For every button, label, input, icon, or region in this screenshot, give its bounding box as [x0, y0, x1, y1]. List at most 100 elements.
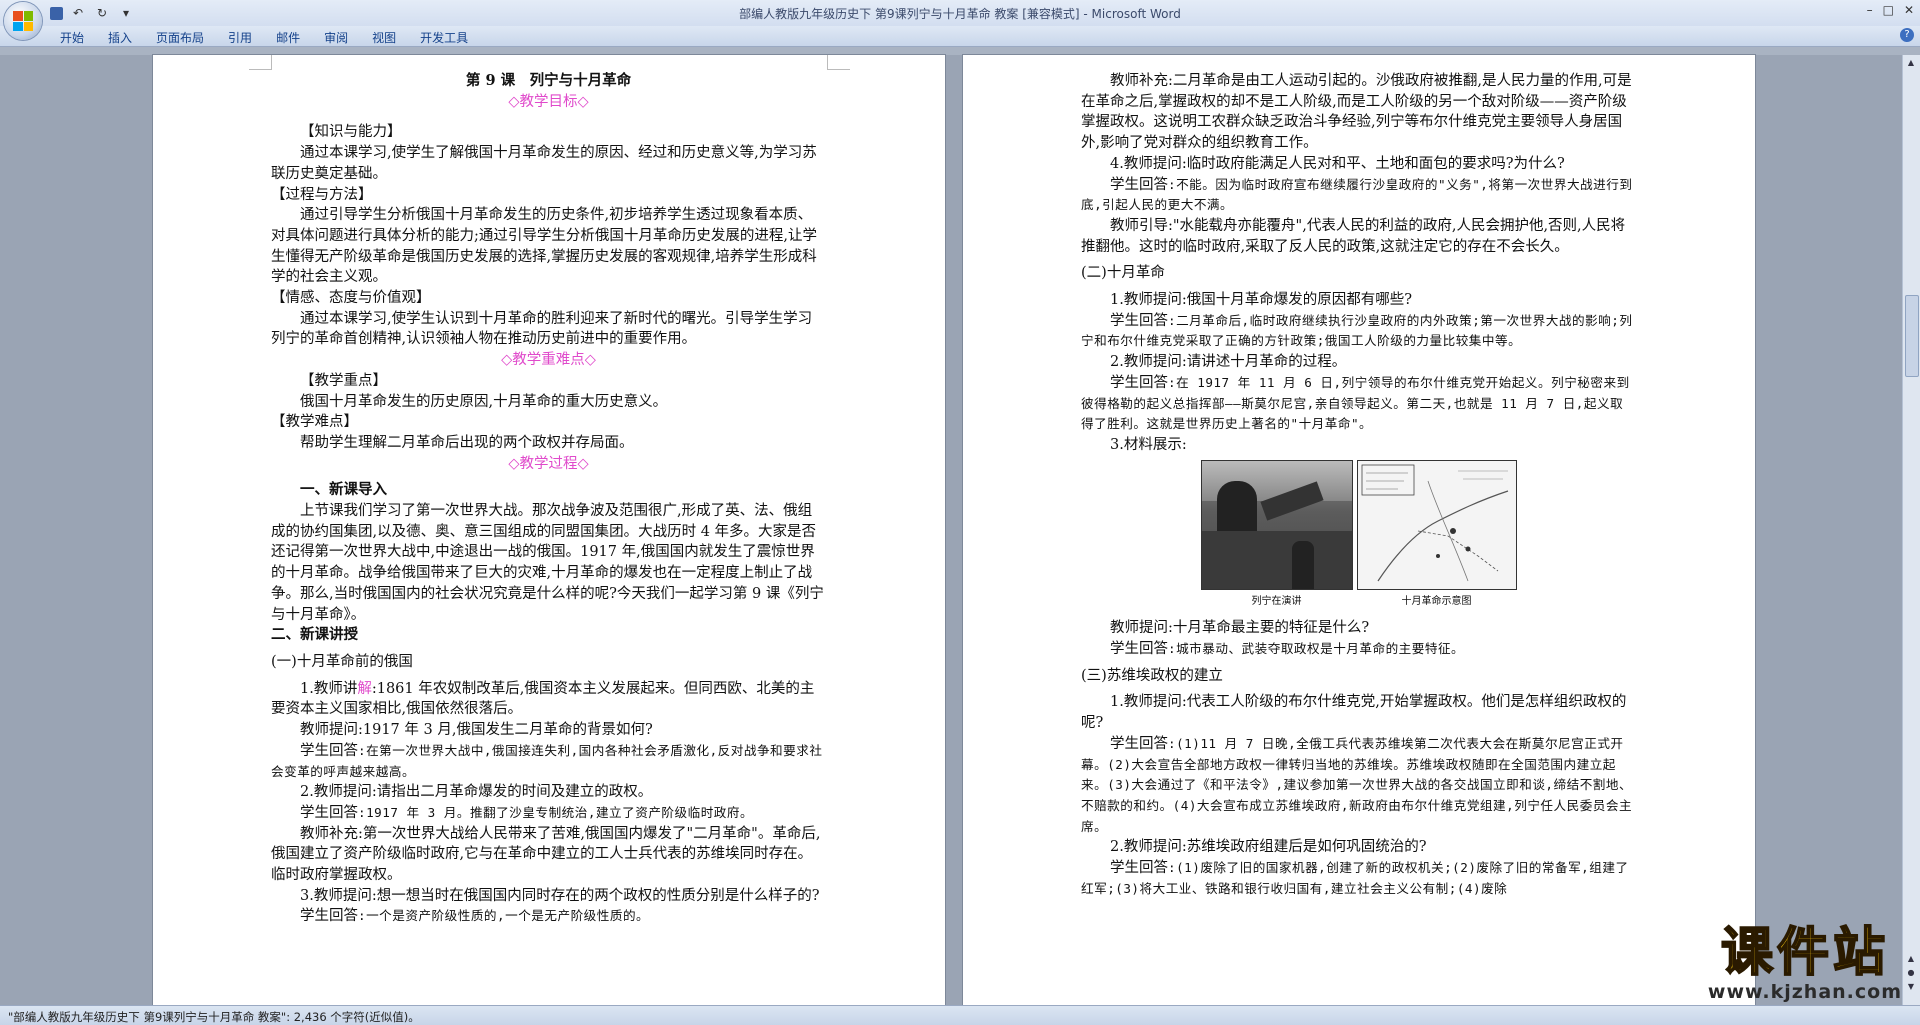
scroll-up-icon[interactable]: ▲ [1905, 57, 1917, 69]
prev-page-icon[interactable]: ▲ [1905, 953, 1917, 965]
teacher-explain-prefix: 1.教师讲 [300, 680, 358, 697]
document-page-1[interactable]: 第 9 课 列宁与十月革命 ◇教学目标◇ 【知识与能力】 通过本课学习,使学生了… [153, 55, 945, 1005]
answer-label: 学生回答 [1110, 860, 1168, 877]
window-controls: – □ ✕ [1867, 3, 1914, 17]
question-4: 4.教师提问:临时政府能满足人民对和平、土地和面包的要求吗?为什么? [1110, 155, 1565, 172]
close-button[interactable]: ✕ [1904, 3, 1914, 17]
word-count-status[interactable]: "部编人教版九年级历史下 第9课列宁与十月革命 教案": 2,436 个字符(近… [8, 1009, 420, 1025]
lenin-speech-photo [1200, 459, 1353, 590]
answer-label: 学生回答 [300, 742, 358, 759]
page-2-content: 教师补充:二月革命是由工人运动引起的。沙俄政府被推翻,是人民力量的作用,可是在革… [1081, 71, 1636, 900]
question-2: 2.教师提问:请指出二月革命爆发的时间及建立的政权。 [300, 784, 653, 801]
process-heading: 【过程与方法】 [271, 186, 373, 203]
tab-page-layout[interactable]: 页面布局 [144, 28, 216, 47]
answer-6: 学生回答:在 1917 年 11 月 6 日,列宁领导的布尔什维克党开始起义。列… [1081, 373, 1636, 435]
select-browse-object-icon[interactable]: ● [1905, 967, 1917, 979]
teacher-supplement-2: 教师补充:二月革命是由工人运动引起的。沙俄政府被推翻,是人民力量的作用,可是在革… [1081, 73, 1632, 152]
answer-4: 学生回答:不能。因为临时政府宣布继续履行沙皇政府的"义务",将第一次世界大战进行… [1081, 175, 1636, 216]
answer-label: 学生回答 [300, 908, 358, 925]
scroll-thumb[interactable] [1905, 295, 1919, 377]
focus-text: 俄国十月革命发生的历史原因,十月革命的重大历史意义。 [300, 393, 668, 410]
figure-caption: 列宁在演讲 [1251, 595, 1302, 607]
intro-heading: 一、新课导入 [300, 481, 387, 499]
tab-mailings[interactable]: 邮件 [264, 28, 312, 47]
answer-2: 学生回答:1917 年 3 月。推翻了沙皇专制统治,建立了资产阶级临时政府。 [271, 803, 826, 824]
october-revolution-map [1356, 459, 1517, 590]
ribbon-tabs: 开始 插入 页面布局 引用 邮件 审阅 视图 开发工具 [48, 28, 480, 47]
document-page-2[interactable]: 教师补充:二月革命是由工人运动引起的。沙俄政府被推翻,是人民力量的作用,可是在革… [963, 55, 1755, 1005]
teacher-explain-1: 1.教师讲解:1861 年农奴制改革后,俄国资本主义发展起来。但同西欧、北美的主… [271, 679, 826, 720]
empty-line [271, 112, 826, 122]
lesson-title: 第 9 课 列宁与十月革命 [465, 72, 632, 89]
teacher-guide: 教师引导:"水能载舟亦能覆舟",代表人民的利益的政府,人民会拥护他,否则,人民将… [1081, 217, 1626, 255]
section-2-heading: (二)十月革命 [1081, 265, 1165, 282]
question-5: 1.教师提问:俄国十月革命爆发的原因都有哪些? [1110, 292, 1412, 309]
figure-row: 列宁在演讲 十月革命示意图 [1081, 459, 1636, 613]
answer-8: 学生回答:(1)11 月 7 日晚,全俄工兵代表苏维埃第二次代表大会在斯莫尔尼宫… [1081, 734, 1636, 838]
question-8: 1.教师提问:代表工人阶级的布尔什维克党,开始掌握政权。他们是怎样组织政权的呢? [1081, 694, 1627, 732]
difficulty-heading: 【教学难点】 [271, 414, 358, 431]
answer-label: 学生回答 [1110, 735, 1168, 752]
emotion-text: 通过本课学习,使学生认识到十月革命的胜利迎来了新时代的曙光。引导学生学习列宁的革… [271, 310, 813, 348]
figure-lenin: 列宁在演讲 [1200, 459, 1353, 613]
ruler [0, 47, 1920, 55]
key-difficulty-heading: ◇教学重难点◇ [501, 352, 596, 369]
office-button[interactable] [4, 2, 42, 40]
watermark-logo: 课件站 www.kjzhan.com [1707, 923, 1902, 1003]
answer-text: :1917 年 3 月。推翻了沙皇专制统治,建立了资产阶级临时政府。 [358, 804, 754, 820]
watermark-url: www.kjzhan.com [1707, 981, 1902, 1003]
focus-heading: 【教学重点】 [300, 372, 387, 389]
figure-map: 十月革命示意图 [1356, 459, 1517, 613]
tab-home[interactable]: 开始 [48, 28, 96, 47]
ribbon: 开始 插入 页面布局 引用 邮件 审阅 视图 开发工具 ? [0, 26, 1920, 47]
difficulty-text: 帮助学生理解二月革命后出现的两个政权并存局面。 [300, 434, 634, 451]
emotion-heading: 【情感、态度与价值观】 [271, 290, 431, 307]
answer-5: 学生回答:二月革命后,临时政府继续执行沙皇政府的内外政策;第一次世界大战的影响;… [1081, 311, 1636, 352]
answer-text: :城市暴动、武装夺取政权是十月革命的主要特征。 [1168, 641, 1465, 657]
map-drawing [1361, 464, 1508, 581]
knowledge-heading: 【知识与能力】 [300, 124, 402, 141]
answer-9: 学生回答:(1)废除了旧的国家机器,创建了新的政权机关;(2)废除了旧的常备军,… [1081, 858, 1636, 899]
office-logo-icon [13, 11, 33, 31]
answer-label: 学生回答 [1110, 312, 1168, 329]
next-page-icon[interactable]: ▼ [1905, 981, 1917, 993]
highlighted-word: 解 [357, 680, 372, 697]
question-6: 2.教师提问:请讲述十月革命的过程。 [1110, 354, 1347, 371]
answer-label: 学生回答 [1110, 176, 1168, 193]
goal-heading: ◇教学目标◇ [508, 93, 589, 110]
tab-references[interactable]: 引用 [216, 28, 264, 47]
intro-text: 上节课我们学习了第一次世界大战。那次战争波及范围很广,形成了英、法、俄组成的协约… [271, 503, 824, 623]
question-1: 教师提问:1917 年 3 月,俄国发生二月革命的背景如何? [300, 722, 653, 739]
help-icon[interactable]: ? [1900, 28, 1914, 42]
answer-3: 学生回答:一个是资产阶级性质的,一个是无产阶级性质的。 [271, 906, 826, 927]
question-7: 教师提问:十月革命最主要的特征是什么? [1110, 620, 1370, 637]
answer-text: :一个是资产阶级性质的,一个是无产阶级性质的。 [358, 908, 650, 924]
knowledge-text: 通过本课学习,使学生了解俄国十月革命发生的原因、经过和历史意义等,为学习苏联历史… [271, 145, 817, 182]
title-bar: ↶ ↻ ▾ 部编人教版九年级历史下 第9课列宁与十月革命 教案 [兼容模式] -… [0, 0, 1920, 40]
answer-label: 学生回答 [300, 804, 358, 821]
answer-7: 学生回答:城市暴动、武装夺取政权是十月革命的主要特征。 [1081, 639, 1636, 660]
figure-caption: 十月革命示意图 [1401, 595, 1472, 607]
minimize-button[interactable]: – [1867, 3, 1873, 17]
crop-mark [249, 55, 272, 70]
page-1-content: 第 9 课 列宁与十月革命 ◇教学目标◇ 【知识与能力】 通过本课学习,使学生了… [271, 71, 826, 927]
answer-label: 学生回答 [1110, 374, 1168, 391]
section-1-heading: (一)十月革命前的俄国 [271, 653, 413, 670]
status-bar: "部编人教版九年级历史下 第9课列宁与十月革命 教案": 2,436 个字符(近… [0, 1005, 1920, 1025]
tab-insert[interactable]: 插入 [96, 28, 144, 47]
process-text: 通过引导学生分析俄国十月革命发生的历史条件,初步培养学生透过现象看本质、对具体问… [271, 207, 817, 286]
new-lesson-heading: 二、新课讲授 [271, 626, 358, 644]
tab-view[interactable]: 视图 [360, 28, 408, 47]
material-heading: 3.材料展示: [1110, 436, 1187, 453]
teacher-supplement: 教师补充:第一次世界大战给人民带来了苦难,俄国国内爆发了"二月革命"。革命后,俄… [271, 825, 821, 884]
maximize-button[interactable]: □ [1883, 3, 1894, 17]
tab-developer[interactable]: 开发工具 [408, 28, 480, 47]
vertical-scrollbar[interactable]: ▲ ▲ ● ▼ [1902, 55, 1920, 1005]
question-3: 3.教师提问:想一想当时在俄国国内同时存在的两个政权的性质分别是什么样子的? [300, 887, 820, 904]
window-title: 部编人教版九年级历史下 第9课列宁与十月革命 教案 [兼容模式] - Micro… [739, 7, 1181, 21]
tab-review[interactable]: 审阅 [312, 28, 360, 47]
answer-1: 学生回答:在第一次世界大战中,俄国接连失利,国内各种社会矛盾激化,反对战争和要求… [271, 741, 826, 782]
question-9: 2.教师提问:苏维埃政府组建后是如何巩固统治的? [1110, 839, 1427, 856]
watermark-title: 课件站 [1720, 923, 1889, 983]
teaching-process-heading: ◇教学过程◇ [508, 455, 589, 472]
